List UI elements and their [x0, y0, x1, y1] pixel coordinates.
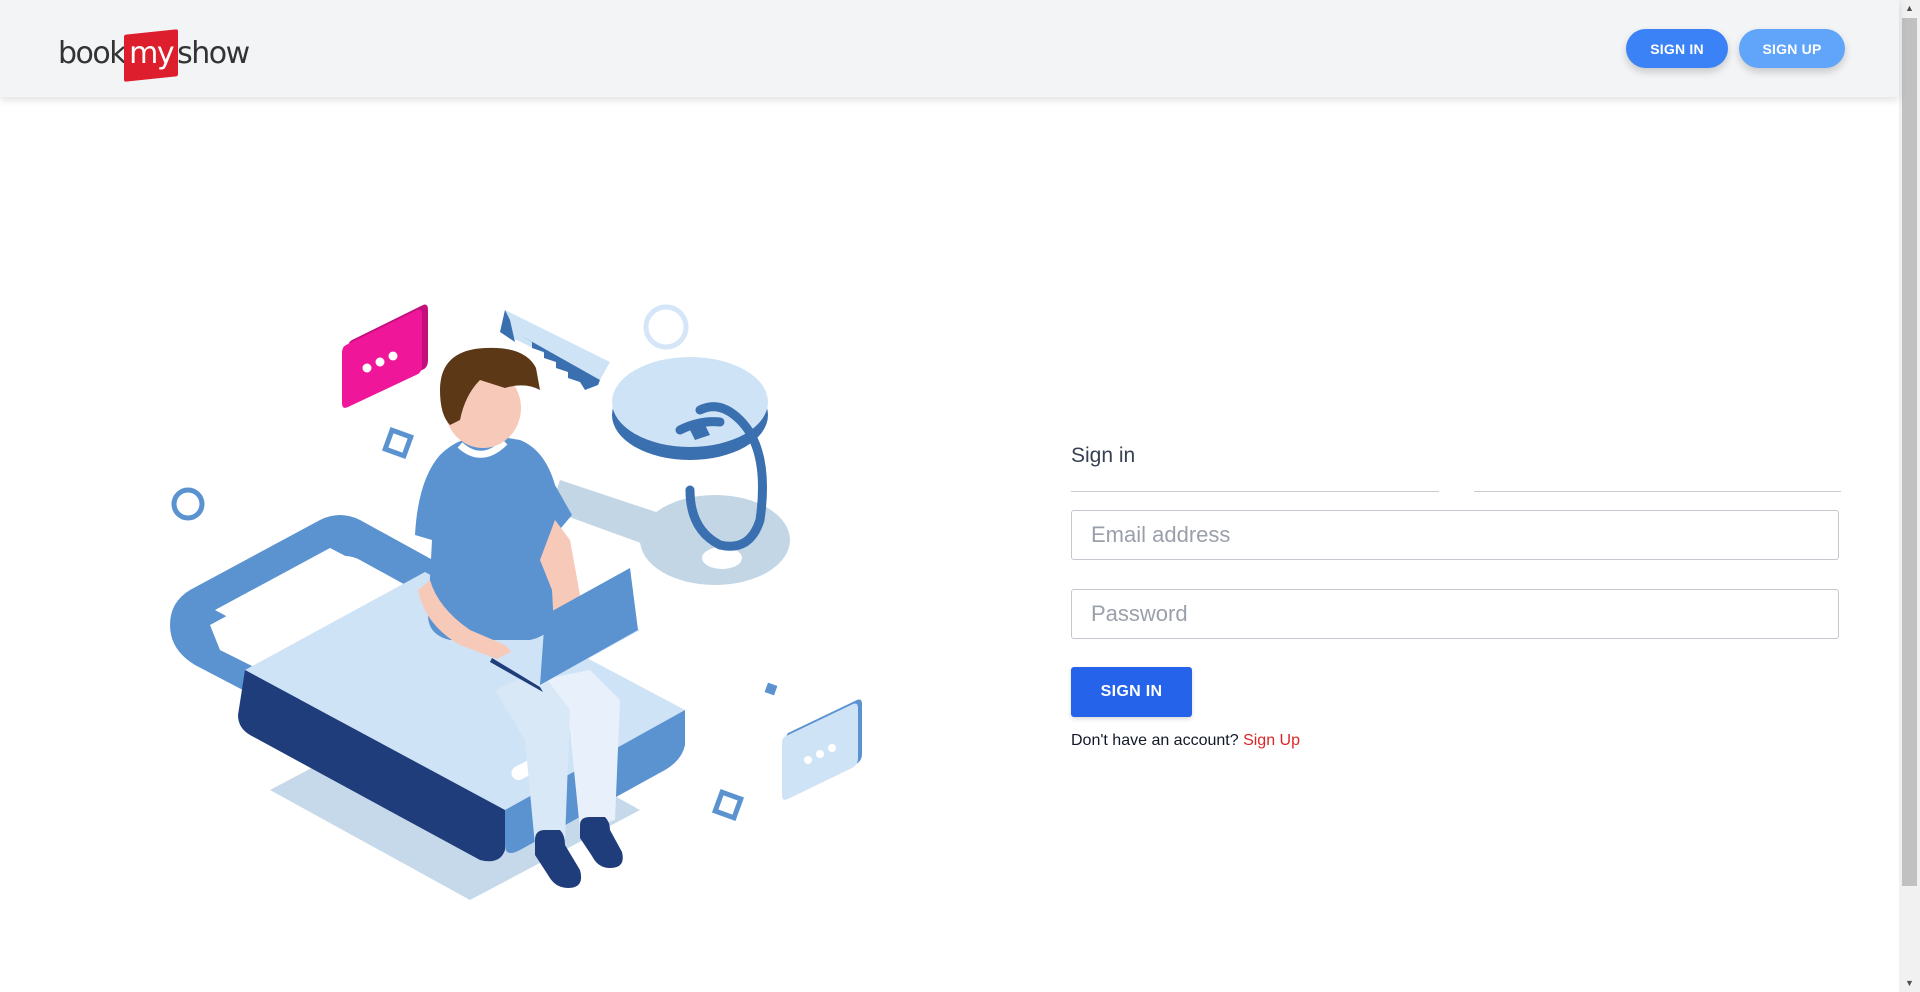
- sign-in-submit-button[interactable]: SIGN IN: [1071, 667, 1192, 717]
- bookmyshow-logo[interactable]: book my show: [58, 30, 250, 76]
- logo-text-my: my: [126, 36, 176, 71]
- top-navbar: book my show SIGN IN SIGN UP: [0, 0, 1899, 97]
- square-decoration: [711, 788, 745, 822]
- chat-bubble-icon: [342, 304, 428, 408]
- form-tabs: Sign in: [1071, 430, 1841, 492]
- logo-text-book: book: [58, 35, 127, 71]
- scrollbar-thumb[interactable]: [1902, 18, 1917, 886]
- ring-decoration: [643, 304, 689, 350]
- chat-bubble-icon: [782, 699, 862, 800]
- sign-up-link[interactable]: Sign Up: [1243, 732, 1300, 749]
- header-sign-in-button[interactable]: SIGN IN: [1626, 29, 1728, 68]
- signup-prompt: Don't have an account? Sign Up: [1071, 732, 1300, 750]
- no-account-text: Don't have an account?: [1071, 732, 1239, 749]
- header-sign-up-button[interactable]: SIGN UP: [1739, 29, 1845, 68]
- email-field[interactable]: [1071, 510, 1839, 560]
- tab-underline-other: [1474, 491, 1841, 492]
- scroll-down-arrow-icon[interactable]: ▼: [1899, 975, 1920, 992]
- sign-in-form: Sign in SIGN IN Don't have an account? S…: [1071, 430, 1841, 749]
- login-page: book my show SIGN IN SIGN UP Sign in Ema…: [0, 0, 1899, 992]
- scroll-up-arrow-icon[interactable]: ▲: [1899, 0, 1920, 17]
- logo-text-show: show: [177, 35, 250, 71]
- login-illustration: [170, 304, 862, 900]
- form-title: Sign in: [1071, 444, 1136, 467]
- password-field[interactable]: [1071, 589, 1839, 639]
- tab-underline-signin: [1071, 491, 1439, 492]
- vertical-scrollbar[interactable]: ▲ ▼: [1899, 0, 1920, 992]
- square-decoration: [381, 426, 415, 460]
- ring-decoration: [171, 487, 205, 521]
- square-decoration: [764, 682, 778, 696]
